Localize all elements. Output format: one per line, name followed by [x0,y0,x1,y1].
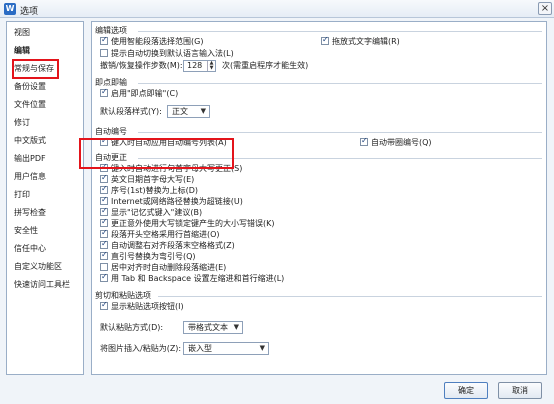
sidebar-item-customize-ribbon[interactable]: 自定义功能区 [7,259,83,275]
undo-steps-note: 次(需重启程序才能生效) [222,61,309,70]
autocorrect-checkbox[interactable] [100,272,108,282]
group-title-auto-numbering: 自动编号 [95,127,127,136]
autocorrect-option[interactable]: 用 Tab 和 Backspace 设置左缩进和首行缩进(L) [100,272,285,284]
click-type-label: 启用"即点即输"(C) [111,89,179,98]
autocorrect-option[interactable]: 段落开头空格采用行首缩进(O) [100,228,220,240]
group-divider [138,83,542,84]
autocorrect-checkbox[interactable] [100,217,108,227]
autocorrect-label: 英文日期首字母大写(E) [111,175,195,184]
autocorrect-checkbox[interactable] [100,206,108,216]
autocorrect-checkbox[interactable] [100,184,108,194]
group-divider [158,296,542,297]
autocorrect-label: 序号(1st)替换为上标(D) [111,186,199,195]
image-insert-value: 嵌入型 [188,344,212,353]
drag-drop-label: 拖放式文字编辑(R) [332,37,400,46]
default-paste-label: 默认粘贴方式(D): [100,323,164,332]
group-divider [138,132,542,133]
auto-bullet-label: 自动带圈编号(Q) [371,138,432,147]
auto-bullet-option[interactable]: 自动带圈编号(Q) [360,136,432,148]
default-style-dropdown[interactable]: 正文 ▼ [167,105,210,118]
ime-switch-label: 提示自动切换到默认语言输入法(L) [111,49,234,58]
autocorrect-option[interactable]: 序号(1st)替换为上标(D) [100,184,199,196]
sidebar-item-backup[interactable]: 备份设置 [7,79,83,95]
smart-select-checkbox[interactable] [100,35,108,45]
autocorrect-option[interactable]: 居中对齐时自动删除段落缩进(E) [100,263,226,273]
autocorrect-label: 用 Tab 和 Backspace 设置左缩进和首行缩进(L) [111,274,285,283]
autocorrect-checkbox[interactable] [100,250,108,260]
chevron-down-icon: ▼ [233,323,239,331]
group-title-edit-options: 编辑选项 [95,26,127,35]
autocorrect-label: 直引号替换为弯引号(Q) [111,252,196,261]
highlight-box-auto-numbering [79,138,234,169]
undo-steps-value: 128 [187,61,203,70]
window-title: 选项 [20,7,39,17]
ime-switch-checkbox[interactable] [100,49,108,57]
chevron-down-icon: ▼ [259,344,265,352]
sidebar-item-file-location[interactable]: 文件位置 [7,97,83,113]
undo-steps-label: 撤销/恢复操作步数(M): [100,61,183,70]
auto-bullet-checkbox[interactable] [360,136,368,146]
image-insert-dropdown[interactable]: 嵌入型 ▼ [183,342,269,355]
sidebar-item-print[interactable]: 打印 [7,187,83,203]
autocorrect-label: 更正意外使用大写锁定键产生的大小写错误(K) [111,219,275,228]
options-sidebar: 视图 编辑 常规与保存 备份设置 文件位置 修订 中文版式 输出PDF 用户信息… [6,21,84,375]
sidebar-item-security[interactable]: 安全性 [7,223,83,239]
autocorrect-label: 段落开头空格采用行首缩进(O) [111,230,220,239]
autocorrect-label: 居中对齐时自动删除段落缩进(E) [111,263,227,272]
default-paste-dropdown[interactable]: 带格式文本 ▼ [183,321,243,334]
autocorrect-option[interactable]: 英文日期首字母大写(E) [100,173,195,185]
click-type-checkbox[interactable] [100,87,108,97]
cancel-button[interactable]: 取消 [498,382,542,399]
click-type-option[interactable]: 启用"即点即输"(C) [100,87,179,99]
autocorrect-option[interactable]: 直引号替换为弯引号(Q) [100,250,196,262]
sidebar-item-spell-check[interactable]: 拼写检查 [7,205,83,221]
autocorrect-checkbox[interactable] [100,195,108,205]
smart-select-option[interactable]: 使用智能段落选择范围(G) [100,35,204,47]
default-style-label: 默认段落样式(Y): [100,107,162,116]
sidebar-item-chinese-layout[interactable]: 中文版式 [7,133,83,149]
sidebar-item-output-pdf[interactable]: 输出PDF [7,151,83,167]
show-paste-button-checkbox[interactable] [100,300,108,310]
autocorrect-checkbox[interactable] [100,263,108,271]
sidebar-item-revision[interactable]: 修订 [7,115,83,131]
close-button[interactable]: × [538,2,552,15]
drag-drop-option[interactable]: 拖放式文字编辑(R) [321,35,400,47]
autocorrect-option[interactable]: 显示"记忆式键入"建议(B) [100,206,203,218]
autocorrect-option[interactable]: 更正意外使用大写锁定键产生的大小写错误(K) [100,217,275,229]
autocorrect-checkbox[interactable] [100,228,108,238]
image-insert-label: 将图片插入/粘贴为(Z): [100,344,182,353]
default-style-value: 正文 [172,107,188,116]
sidebar-item-view[interactable]: 视图 [7,25,83,41]
sidebar-item-user-info[interactable]: 用户信息 [7,169,83,185]
show-paste-button-option[interactable]: 显示粘贴选项按钮(I) [100,300,184,312]
drag-drop-checkbox[interactable] [321,35,329,45]
autocorrect-option[interactable]: Internet或网络路径替换为超链接(U) [100,195,243,207]
group-divider [138,31,542,32]
sidebar-item-edit[interactable]: 编辑 [7,43,83,59]
autocorrect-option[interactable]: 自动调整右对齐段落末空格格式(Z) [100,239,235,251]
chevron-down-icon: ▼ [200,107,206,115]
undo-steps-spinner[interactable]: 128 ▲ ▼ [183,60,216,72]
spinner-arrows-icon[interactable]: ▲ ▼ [207,61,215,71]
wps-app-icon: W [4,3,16,15]
default-paste-value: 带格式文本 [188,323,228,332]
title-bar: W 选项 × [0,0,554,18]
group-title-click-type: 即点即输 [95,78,127,87]
options-dialog: 视图 编辑 常规与保存 备份设置 文件位置 修订 中文版式 输出PDF 用户信息… [0,18,554,404]
sidebar-item-trust-center[interactable]: 信任中心 [7,241,83,257]
ok-button[interactable]: 确定 [444,382,488,399]
autocorrect-label: Internet或网络路径替换为超链接(U) [111,197,243,206]
autocorrect-checkbox[interactable] [100,239,108,249]
sidebar-item-quick-access[interactable]: 快速访问工具栏 [7,277,83,293]
autocorrect-checkbox[interactable] [100,173,108,183]
ime-switch-option[interactable]: 提示自动切换到默认语言输入法(L) [100,49,234,59]
highlight-box-edit [12,59,59,79]
smart-select-label: 使用智能段落选择范围(G) [111,37,204,46]
autocorrect-label: 自动调整右对齐段落末空格格式(Z) [111,241,235,250]
autocorrect-label: 显示"记忆式键入"建议(B) [111,208,203,217]
show-paste-button-label: 显示粘贴选项按钮(I) [111,302,184,311]
edit-options-panel: 编辑选项 使用智能段落选择范围(G) 拖放式文字编辑(R) 提示自动切换到默认语… [91,21,547,375]
